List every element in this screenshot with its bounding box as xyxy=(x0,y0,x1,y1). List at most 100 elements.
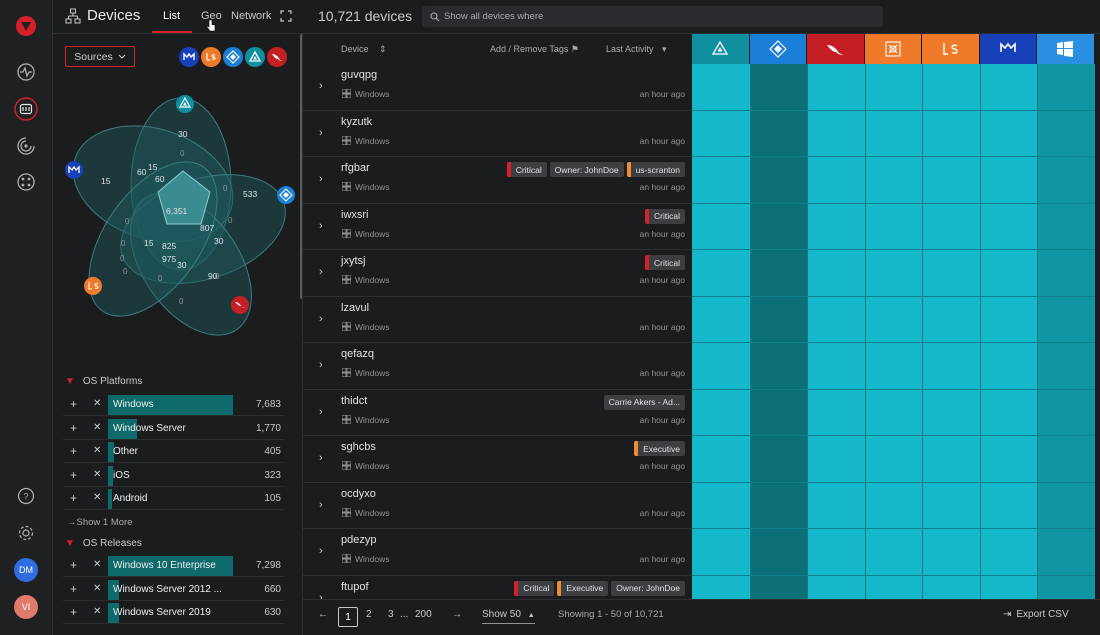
filter-row[interactable]: + ✕ Windows Server 1,770 xyxy=(63,418,285,440)
page-button[interactable]: 200 xyxy=(415,609,432,620)
avatar[interactable]: DM xyxy=(14,558,38,582)
chevron-right-icon[interactable]: › xyxy=(319,220,323,232)
filter-row[interactable]: + ✕ Windows Server 2019 630 xyxy=(63,602,285,624)
grid-column-header[interactable] xyxy=(922,34,980,64)
help-icon[interactable]: ? xyxy=(14,484,38,508)
next-page-arrow-icon[interactable]: → xyxy=(452,609,462,620)
device-name[interactable]: rfgbar xyxy=(341,162,370,174)
device-tag[interactable]: Critical xyxy=(514,580,555,596)
os-platforms-header[interactable]: ▼ OS Platforms xyxy=(65,376,142,387)
search-bar[interactable] xyxy=(422,6,883,27)
include-plus-icon[interactable]: + xyxy=(70,559,77,571)
chevron-right-icon[interactable]: › xyxy=(319,452,323,464)
table-row[interactable]: › lzavul Windows an hour ago xyxy=(303,297,692,343)
filter-row[interactable]: + ✕ iOS 323 xyxy=(63,465,285,487)
chevron-right-icon[interactable]: › xyxy=(319,592,323,600)
activity-icon[interactable] xyxy=(14,60,38,84)
device-tag[interactable]: Critical xyxy=(506,162,547,177)
exclude-close-icon[interactable]: ✕ xyxy=(93,583,101,595)
show-more-link[interactable]: →Show 1 More xyxy=(67,517,132,528)
grid-column-header[interactable] xyxy=(979,34,1037,64)
device-tag[interactable]: Owner: JohnDoe xyxy=(549,162,624,177)
device-tag[interactable]: Critical xyxy=(645,208,685,224)
grid-column-header[interactable] xyxy=(692,34,750,64)
chevron-right-icon[interactable]: › xyxy=(319,127,323,139)
exclude-close-icon[interactable]: ✕ xyxy=(93,469,101,481)
exclude-close-icon[interactable]: ✕ xyxy=(93,398,101,410)
include-plus-icon[interactable]: + xyxy=(70,583,77,595)
page-button[interactable]: 3 xyxy=(388,609,394,620)
prev-page-arrow-icon[interactable]: ← xyxy=(318,609,328,620)
device-name[interactable]: iwxsri xyxy=(341,209,369,221)
device-name[interactable]: jxytsj xyxy=(341,255,365,267)
chevron-right-icon[interactable]: › xyxy=(319,313,323,325)
include-plus-icon[interactable]: + xyxy=(70,469,77,481)
filter-row[interactable]: + ✕ Android 105 xyxy=(63,488,285,510)
page-button[interactable]: 2 xyxy=(366,609,372,620)
device-tag[interactable]: Critical xyxy=(645,255,685,270)
device-tag[interactable]: Executive xyxy=(557,580,609,596)
grid-column-header[interactable] xyxy=(807,34,865,64)
exclude-close-icon[interactable]: ✕ xyxy=(93,445,101,457)
table-row[interactable]: › qefazq Windows an hour ago xyxy=(303,343,692,390)
filter-row[interactable]: + ✕ Windows 10 Enterprise 7,298 xyxy=(63,555,285,577)
grid-column-header[interactable] xyxy=(749,34,807,64)
radar-icon[interactable] xyxy=(14,134,38,158)
table-row[interactable]: › kyzutk Windows an hour ago xyxy=(303,111,692,157)
tab-list[interactable]: List xyxy=(163,10,180,22)
filter-row[interactable]: + ✕ Other 405 xyxy=(63,441,285,463)
export-csv-button[interactable]: ⇥ Export CSV xyxy=(1003,609,1069,620)
device-tag[interactable]: Executive xyxy=(634,441,685,456)
table-row[interactable]: › guvqpg Windows an hour ago xyxy=(303,64,692,111)
brand-logo-icon[interactable] xyxy=(14,14,38,38)
table-row[interactable]: › thidct Windows Carrie Akers - Ad... an… xyxy=(303,390,692,436)
table-row[interactable]: › jxytsj Windows Critical an hour ago xyxy=(303,250,692,297)
filter-row[interactable]: + ✕ Windows Server 2012 ... 660 xyxy=(63,579,285,601)
table-row[interactable]: › ocdyxo Windows an hour ago xyxy=(303,483,692,529)
chevron-right-icon[interactable]: › xyxy=(319,266,323,278)
col-header-tags[interactable]: Add / Remove Tags ⚑ xyxy=(490,44,579,55)
page-size-select[interactable]: Show 50 ▲ xyxy=(482,609,535,624)
device-name[interactable]: thidct xyxy=(341,395,367,407)
include-plus-icon[interactable]: + xyxy=(70,398,77,410)
device-name[interactable]: qefazq xyxy=(341,348,374,360)
device-tag[interactable]: Owner: JohnDoe xyxy=(611,580,685,596)
exclude-close-icon[interactable]: ✕ xyxy=(93,422,101,434)
include-plus-icon[interactable]: + xyxy=(70,606,77,618)
exclude-close-icon[interactable]: ✕ xyxy=(93,492,101,504)
device-name[interactable]: lzavul xyxy=(341,302,369,314)
include-plus-icon[interactable]: + xyxy=(70,492,77,504)
fullscreen-icon[interactable] xyxy=(280,10,292,22)
filter-row[interactable]: + ✕ Windows 7,683 xyxy=(63,394,285,416)
table-row[interactable]: › sghcbs Windows Executive an hour ago xyxy=(303,436,692,483)
avatar[interactable]: VI xyxy=(14,595,38,619)
tab-network[interactable]: Network xyxy=(231,10,271,22)
include-plus-icon[interactable]: + xyxy=(70,422,77,434)
device-tag[interactable]: us-scranton xyxy=(626,162,685,177)
network-icon[interactable] xyxy=(14,170,38,194)
table-row[interactable]: › rfgbar Windows Critical Owner: JohnDoe u… xyxy=(303,157,692,204)
device-name[interactable]: sghcbs xyxy=(341,441,376,453)
include-plus-icon[interactable]: + xyxy=(70,445,77,457)
settings-gear-icon[interactable] xyxy=(14,521,38,545)
device-name[interactable]: kyzutk xyxy=(341,116,372,128)
col-header-device[interactable]: Device ⇕ xyxy=(341,44,387,55)
exclude-close-icon[interactable]: ✕ xyxy=(93,606,101,618)
chevron-right-icon[interactable]: › xyxy=(319,545,323,557)
grid-column-header[interactable] xyxy=(1037,34,1095,64)
chevron-right-icon[interactable]: › xyxy=(319,406,323,418)
table-row[interactable]: › iwxsri Windows Critical an hour ago xyxy=(303,204,692,250)
chevron-right-icon[interactable]: › xyxy=(319,359,323,371)
devices-icon[interactable] xyxy=(14,97,38,121)
search-input[interactable] xyxy=(444,6,874,27)
device-name[interactable]: ftupof xyxy=(341,581,369,593)
exclude-close-icon[interactable]: ✕ xyxy=(93,559,101,571)
page-button-current[interactable]: 1 xyxy=(338,607,358,627)
os-releases-header[interactable]: ▼ OS Releases xyxy=(65,538,142,549)
chevron-right-icon[interactable]: › xyxy=(319,499,323,511)
grid-column-header[interactable] xyxy=(864,34,922,64)
device-name[interactable]: pdezyp xyxy=(341,534,376,546)
col-header-activity[interactable]: Last Activity ▾ xyxy=(606,44,667,55)
table-row[interactable]: › ftupof Critical Executive Owner: JohnDoe xyxy=(303,576,692,600)
device-name[interactable]: ocdyxo xyxy=(341,488,376,500)
